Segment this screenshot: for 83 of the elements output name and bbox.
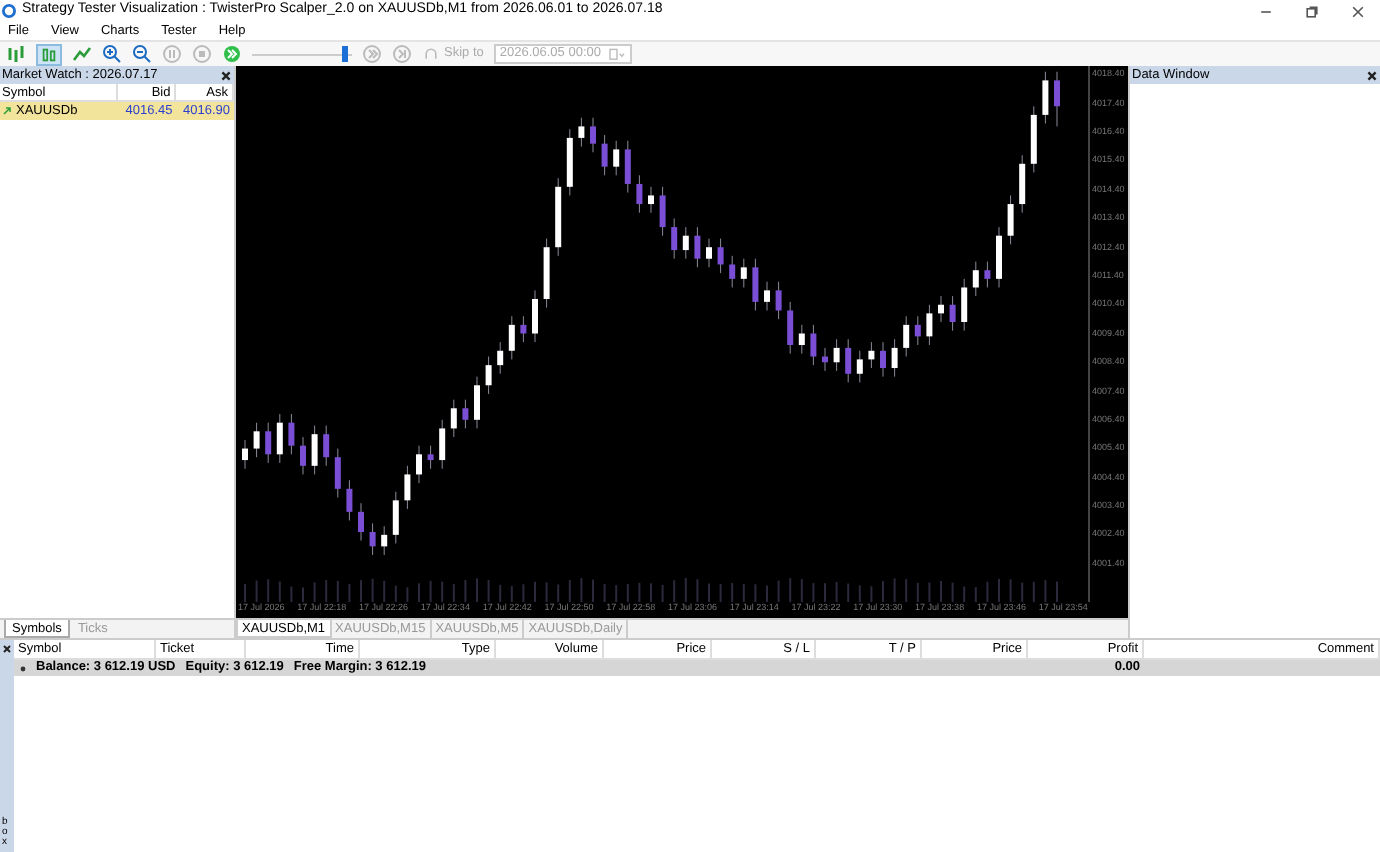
arrow-icon (2, 106, 12, 116)
candlestick (798, 324, 805, 355)
app-icon (2, 4, 16, 18)
candlestick (717, 238, 724, 274)
candlestick (775, 281, 782, 320)
candlestick (404, 465, 411, 510)
candlestick (520, 315, 527, 343)
candlestick (996, 226, 1002, 288)
candlestick (265, 422, 272, 464)
candlestick (845, 338, 852, 383)
candlestick (972, 261, 979, 297)
candlestick (706, 238, 712, 268)
candles-button[interactable] (36, 43, 62, 65)
candlestick (497, 341, 504, 375)
close-icon[interactable] (2, 644, 12, 654)
candlestick (856, 350, 863, 383)
candlestick (682, 226, 689, 260)
candlestick (1042, 71, 1049, 125)
candlestick (787, 301, 794, 355)
candlestick (485, 356, 492, 395)
candlestick (891, 338, 898, 378)
candlestick (439, 419, 446, 470)
candlestick (949, 295, 956, 332)
candlestick (358, 502, 364, 542)
price-chart[interactable] (236, 66, 1128, 618)
candlestick (961, 278, 968, 332)
candlestick (601, 134, 608, 176)
candlestick (288, 413, 295, 455)
candlestick (810, 324, 817, 366)
candlestick (752, 258, 759, 311)
candlestick (311, 425, 318, 475)
candlestick (984, 261, 991, 288)
candlestick (868, 341, 875, 369)
candlestick (532, 289, 538, 343)
candlestick (880, 341, 886, 378)
calendar-dropdown-icon (608, 47, 627, 61)
candlestick (392, 491, 399, 544)
candlestick (416, 445, 422, 484)
candlestick (369, 522, 376, 556)
close-icon[interactable] (1350, 3, 1366, 19)
candlestick (926, 304, 933, 346)
candlestick (694, 226, 701, 268)
candlestick (740, 258, 747, 288)
candlestick (462, 399, 469, 429)
candlestick (729, 255, 736, 288)
close-icon[interactable] (220, 69, 232, 81)
candlestick (508, 315, 515, 360)
headset-icon (422, 46, 440, 62)
candlestick (578, 117, 585, 148)
candlestick (671, 217, 678, 260)
candlestick (276, 413, 283, 464)
candlestick (381, 525, 388, 556)
candlestick (253, 422, 260, 458)
candlestick (938, 295, 944, 323)
candlestick (1054, 71, 1060, 127)
candlestick (346, 479, 353, 521)
candlestick (323, 425, 330, 467)
candlestick (764, 281, 770, 311)
candlestick (648, 186, 654, 214)
close-icon[interactable] (1366, 69, 1378, 81)
candlestick (833, 338, 840, 372)
candlestick (659, 186, 666, 237)
bars-icon[interactable] (6, 44, 26, 64)
candlestick (903, 315, 910, 358)
restore-icon[interactable] (1304, 3, 1320, 19)
candlestick (450, 399, 457, 438)
candlestick (624, 140, 631, 194)
candlestick (427, 445, 434, 470)
zoom-in-icon[interactable] (102, 44, 122, 64)
candlestick (1007, 194, 1014, 245)
candlestick (334, 448, 341, 498)
candlestick (613, 140, 620, 176)
speed-slider[interactable] (252, 46, 352, 62)
zoom-out-icon[interactable] (132, 44, 152, 64)
candlestick (300, 436, 306, 475)
bullet-icon (20, 665, 26, 671)
candlestick (242, 439, 248, 470)
candlestick (636, 174, 643, 214)
candlestick (474, 376, 480, 429)
candlestick (1019, 154, 1026, 214)
candlestick (590, 117, 596, 153)
line-chart-icon[interactable] (72, 44, 92, 64)
candlestick (914, 315, 921, 346)
